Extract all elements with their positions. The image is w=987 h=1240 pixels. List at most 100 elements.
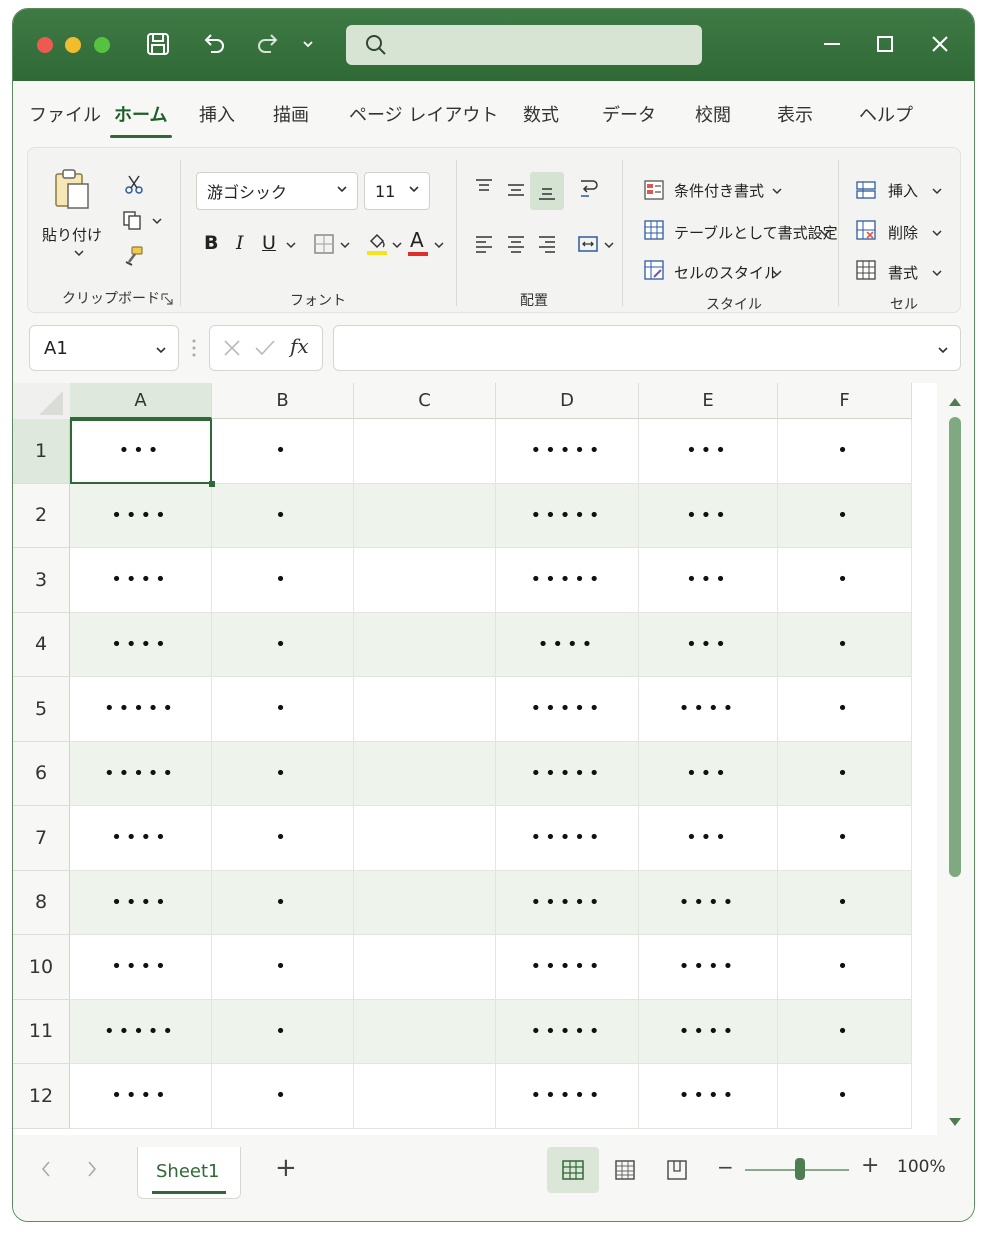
row-header[interactable]: 4: [13, 612, 70, 677]
cell-c11[interactable]: [354, 999, 496, 1064]
row-header[interactable]: 11: [13, 999, 70, 1064]
cell-e11[interactable]: ••••: [639, 999, 778, 1064]
cell-d10[interactable]: •••••: [496, 935, 639, 1000]
row-header[interactable]: 7: [13, 806, 70, 871]
add-sheet-button[interactable]: +: [275, 1153, 297, 1183]
wrap-text-icon[interactable]: [576, 176, 600, 202]
zoom-in-button[interactable]: +: [861, 1153, 879, 1178]
cell-a3[interactable]: ••••: [70, 548, 212, 613]
merge-center-icon[interactable]: [576, 232, 600, 256]
sheet-tab-sheet1[interactable]: Sheet1: [137, 1147, 241, 1199]
cell-f8[interactable]: •: [778, 870, 912, 935]
cell-f12[interactable]: •: [778, 1064, 912, 1129]
redo-icon[interactable]: [253, 29, 283, 59]
cell-f11[interactable]: •: [778, 999, 912, 1064]
cell-d1[interactable]: •••••: [496, 419, 639, 484]
cell-d7[interactable]: •••••: [496, 806, 639, 871]
expand-formula-icon[interactable]: [936, 342, 950, 361]
copy-chevron-icon[interactable]: [150, 214, 164, 228]
row-header[interactable]: 1: [13, 419, 70, 484]
tab-draw[interactable]: 描画: [273, 101, 309, 127]
font-size-select[interactable]: 11: [364, 172, 430, 210]
formula-input[interactable]: [333, 325, 961, 371]
vertical-scrollbar[interactable]: [947, 389, 963, 1129]
row-header[interactable]: 5: [13, 677, 70, 742]
column-header-d[interactable]: D: [496, 383, 639, 419]
align-top-icon[interactable]: [472, 176, 496, 200]
conditional-format-chevron-icon[interactable]: [770, 184, 784, 198]
cell-e3[interactable]: •••: [639, 548, 778, 613]
align-bottom-icon[interactable]: [535, 180, 559, 204]
borders-chevron-icon[interactable]: [338, 238, 352, 252]
format-painter-icon[interactable]: [122, 244, 146, 268]
cell-c8[interactable]: [354, 870, 496, 935]
column-header-e[interactable]: E: [639, 383, 778, 419]
cell-e10[interactable]: ••••: [639, 935, 778, 1000]
cell-f7[interactable]: •: [778, 806, 912, 871]
undo-icon[interactable]: [199, 29, 229, 59]
cell-a7[interactable]: ••••: [70, 806, 212, 871]
cell-e4[interactable]: •••: [639, 612, 778, 677]
format-cells-icon[interactable]: [854, 258, 878, 282]
borders-icon[interactable]: [312, 232, 336, 256]
format-as-table-icon[interactable]: [642, 218, 666, 242]
cell-b7[interactable]: •: [212, 806, 354, 871]
tab-data[interactable]: データ: [602, 101, 656, 127]
search-box[interactable]: [346, 25, 702, 65]
cell-a12[interactable]: ••••: [70, 1064, 212, 1129]
italic-button[interactable]: I: [236, 232, 244, 254]
column-header-b[interactable]: B: [212, 383, 354, 419]
scrollbar-thumb[interactable]: [949, 417, 961, 877]
cell-e1[interactable]: •••: [639, 419, 778, 484]
cell-f5[interactable]: •: [778, 677, 912, 742]
cancel-icon[interactable]: [222, 338, 242, 362]
quick-access-chevron-icon[interactable]: [293, 29, 323, 59]
cell-d2[interactable]: •••••: [496, 483, 639, 548]
page-layout-view-icon[interactable]: [613, 1159, 637, 1185]
cell-f3[interactable]: •: [778, 548, 912, 613]
delete-cells-icon[interactable]: [854, 218, 878, 242]
cell-d5[interactable]: •••••: [496, 677, 639, 742]
cell-b5[interactable]: •: [212, 677, 354, 742]
cut-icon[interactable]: [122, 172, 146, 196]
column-header-c[interactable]: C: [354, 383, 496, 419]
cell-b3[interactable]: •: [212, 548, 354, 613]
tab-file[interactable]: ファイル: [29, 101, 101, 127]
minimize-icon[interactable]: [817, 29, 847, 59]
cell-a5[interactable]: •••••: [70, 677, 212, 742]
underline-button[interactable]: U: [262, 232, 276, 254]
enter-icon[interactable]: [254, 338, 276, 362]
cell-c5[interactable]: [354, 677, 496, 742]
tab-formulas[interactable]: 数式: [523, 101, 559, 127]
fill-color-chevron-icon[interactable]: [390, 238, 404, 252]
tab-insert[interactable]: 挿入: [199, 101, 235, 127]
cell-c10[interactable]: [354, 935, 496, 1000]
cell-e6[interactable]: •••: [639, 741, 778, 806]
underline-chevron-icon[interactable]: [284, 238, 298, 252]
cell-b11[interactable]: •: [212, 999, 354, 1064]
minimize-window-light[interactable]: [65, 37, 81, 53]
delete-cells-chevron-icon[interactable]: [930, 226, 944, 240]
row-header[interactable]: 8: [13, 870, 70, 935]
cell-b10[interactable]: •: [212, 935, 354, 1000]
tab-home[interactable]: ホーム: [114, 101, 167, 127]
zoom-out-button[interactable]: −: [717, 1155, 734, 1179]
format-cells-label[interactable]: 書式: [888, 262, 918, 283]
scroll-up-icon[interactable]: [948, 393, 962, 412]
row-header[interactable]: 12: [13, 1064, 70, 1129]
close-window-light[interactable]: [37, 37, 53, 53]
fill-color-icon[interactable]: [364, 230, 390, 258]
cell-c3[interactable]: [354, 548, 496, 613]
cell-c1[interactable]: [354, 419, 496, 484]
align-left-icon[interactable]: [472, 232, 496, 256]
insert-cells-chevron-icon[interactable]: [930, 184, 944, 198]
cell-b12[interactable]: •: [212, 1064, 354, 1129]
format-as-table-label[interactable]: テーブルとして書式設定: [674, 222, 838, 243]
cell-a6[interactable]: •••••: [70, 741, 212, 806]
save-icon[interactable]: [143, 29, 173, 59]
cell-e12[interactable]: ••••: [639, 1064, 778, 1129]
paste-icon[interactable]: [50, 164, 94, 214]
row-header[interactable]: 6: [13, 741, 70, 806]
maximize-icon[interactable]: [870, 29, 900, 59]
cell-c4[interactable]: [354, 612, 496, 677]
